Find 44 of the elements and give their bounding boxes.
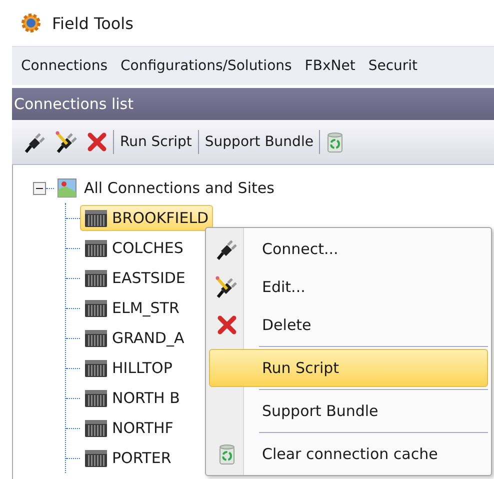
menu-item[interactable]: Configurations/Solutions [120,58,292,74]
collapse-toggle[interactable] [33,182,46,194]
menu-item[interactable]: Support Bundle [209,392,488,430]
recycle-bin-icon [326,131,344,153]
tree-item[interactable]: ELM_STR [80,295,184,321]
map-icon [57,178,77,198]
gear-icon [20,13,42,33]
menu-item[interactable]: Securit [368,58,418,74]
tree-item[interactable]: BROOKFIELD [80,205,213,231]
window-title: Field Tools [52,14,134,32]
menu-item[interactable]: Edit... [209,268,488,306]
panel-title: Connections list [14,95,134,113]
tree-item[interactable]: COLCHES [80,235,188,261]
menu-item[interactable]: Delete [209,306,488,344]
server-icon [84,328,108,348]
tree-item[interactable]: NORTHF [80,415,178,441]
plug-pencil-icon [55,130,79,154]
menu-item[interactable]: Connect... [209,230,488,268]
delete-icon [87,132,107,152]
tree-item[interactable]: GRAND_A [80,325,188,351]
tree-item[interactable]: NORTH B [80,385,184,411]
server-icon [84,298,108,318]
server-icon [84,418,108,438]
server-icon [84,208,108,228]
tree-item[interactable]: EASTSIDE [80,265,190,291]
plug-pencil-icon [215,275,239,299]
menu-item[interactable]: Connections [21,58,108,74]
tree-item[interactable]: HILLTOP [80,355,176,381]
menu-item[interactable]: Clear connection cache [209,435,488,473]
plug-icon [215,237,239,261]
server-icon [84,238,108,258]
server-icon [84,448,108,468]
tree-item[interactable]: PORTER [80,445,176,471]
server-icon [84,268,108,288]
server-icon [84,358,108,378]
delete-icon [217,315,237,335]
toolbar-button[interactable]: Support Bundle [202,132,316,152]
menu-item[interactable]: Run Script [209,349,488,387]
recycle-bin-icon [218,443,236,465]
server-icon [84,388,108,408]
tree-item[interactable]: All Connections and Sites [84,179,274,197]
menu-item[interactable]: FBxNet [304,58,356,74]
plug-icon [23,130,47,154]
toolbar-button[interactable]: Run Script [117,132,195,152]
